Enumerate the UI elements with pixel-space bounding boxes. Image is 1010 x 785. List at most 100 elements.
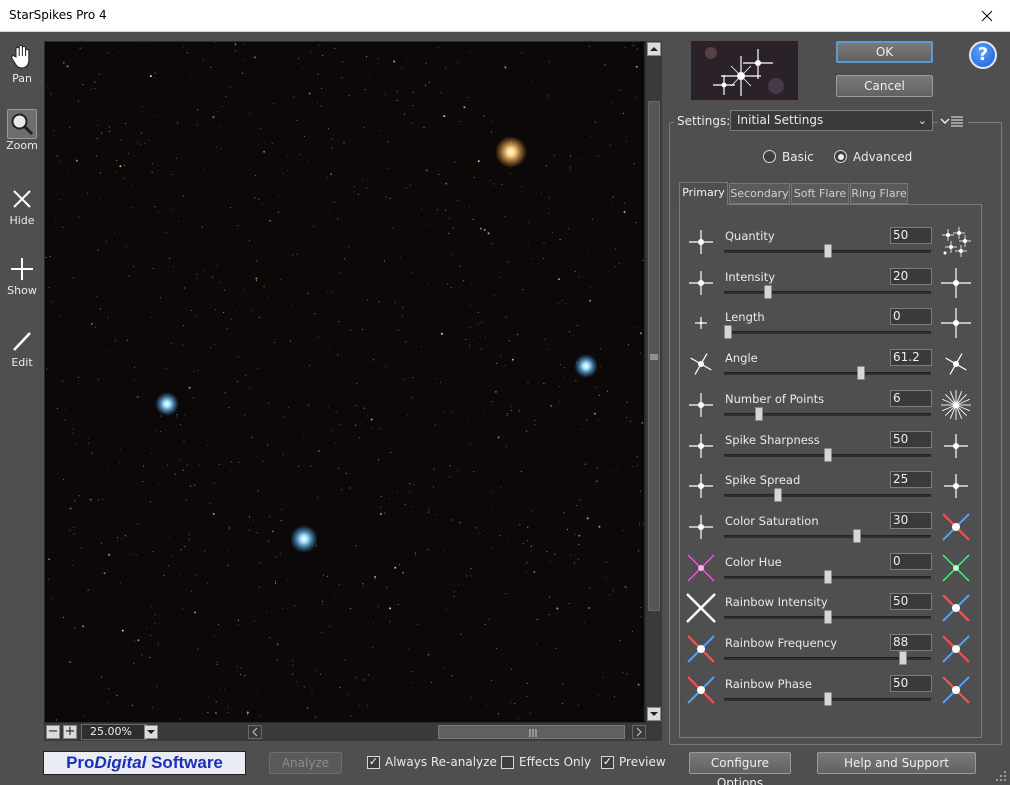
slider-row: Color Hue 0 <box>679 551 982 592</box>
star-dim-icon <box>684 266 718 300</box>
ok-button[interactable]: OK <box>836 41 933 63</box>
tab-primary[interactable]: Primary <box>679 182 728 205</box>
slider-value-input[interactable]: 6 <box>890 389 932 407</box>
slider-row: Spike Sharpness 50 <box>679 429 982 470</box>
scroll-thumb[interactable] <box>648 101 660 611</box>
bright-star <box>495 136 527 168</box>
slider-label: Number of Points <box>725 391 825 406</box>
slider-track[interactable] <box>724 290 931 294</box>
tool-label: Show <box>7 284 37 297</box>
star-magenta-icon <box>684 551 718 585</box>
slider-thumb[interactable] <box>763 284 772 299</box>
slider-thumb[interactable] <box>823 569 832 584</box>
always-reanalyze-checkbox[interactable]: ✓ <box>367 756 380 769</box>
radio-basic[interactable] <box>763 150 776 163</box>
slider-value-input[interactable]: 20 <box>890 267 932 285</box>
slider-label: Color Saturation <box>725 513 819 528</box>
analyze-button[interactable]: Analyze <box>269 752 342 774</box>
radio-advanced-label: Advanced <box>853 150 913 164</box>
tool-show[interactable]: Show <box>0 254 44 297</box>
star-bright-icon <box>939 266 973 300</box>
slider-thumb[interactable] <box>823 447 832 462</box>
slider-thumb[interactable] <box>823 691 832 706</box>
slider-value-input[interactable]: 30 <box>890 511 932 529</box>
slider-label: Quantity <box>725 229 775 243</box>
slider-row: Angle 61.2 <box>679 347 982 388</box>
slider-value-input[interactable]: 0 <box>890 552 932 570</box>
slider-track[interactable] <box>724 331 931 335</box>
tab-secondary[interactable]: Secondary <box>729 183 790 204</box>
star-4pt-icon <box>684 388 718 422</box>
slider-value-input[interactable]: 50 <box>890 430 932 448</box>
help-and-support-button[interactable]: Help and Support <box>817 752 976 774</box>
image-canvas[interactable] <box>44 41 645 723</box>
settings-label: Settings: <box>674 114 734 128</box>
cancel-button[interactable]: Cancel <box>836 75 933 97</box>
resize-grip-icon[interactable] <box>994 769 1008 783</box>
slider-label: Spike Sharpness <box>725 432 820 447</box>
slider-track[interactable] <box>724 494 931 498</box>
star-small-icon <box>684 225 718 259</box>
slider-thumb[interactable] <box>754 406 763 421</box>
star-many-points-icon <box>939 388 973 422</box>
x-cross-icon <box>13 190 31 208</box>
tool-zoom[interactable]: Zoom <box>0 109 44 152</box>
slider-value-input[interactable]: 50 <box>890 674 932 692</box>
effects-only-checkbox[interactable] <box>501 756 514 769</box>
slider-value-input[interactable]: 50 <box>890 227 932 244</box>
slider-row: Spike Spread 25 <box>679 469 982 510</box>
slider-row: Color Saturation 30 <box>679 510 982 551</box>
horizontal-scrollbar[interactable] <box>248 725 646 739</box>
slider-label: Rainbow Frequency <box>725 636 838 650</box>
settings-select[interactable]: Initial Settings ⌄ <box>730 110 933 131</box>
slider-row: Intensity 20 <box>679 266 982 307</box>
scroll-right-button[interactable] <box>632 725 646 739</box>
slider-thumb[interactable] <box>899 651 908 665</box>
slider-thumb[interactable] <box>856 366 865 381</box>
scroll-up-button[interactable] <box>647 42 661 56</box>
zoom-level[interactable]: 25.00% <box>81 724 147 740</box>
tab-soft-flare[interactable]: Soft Flare <box>791 183 849 204</box>
help-icon[interactable]: ? <box>969 41 997 69</box>
scroll-down-button[interactable] <box>647 707 661 721</box>
slider-track[interactable] <box>724 534 931 538</box>
star-white-x-icon <box>684 591 718 625</box>
hand-icon <box>11 44 30 69</box>
star-cluster-icon <box>939 225 973 259</box>
slider-row: Quantity 50 <box>679 225 982 266</box>
tool-hide[interactable]: Hide <box>0 184 44 227</box>
configure-options-button[interactable]: Configure Options <box>689 752 791 785</box>
settings-menu-button[interactable] <box>938 112 968 130</box>
tool-label: Edit <box>11 356 33 369</box>
slider-label: Intensity <box>725 269 776 284</box>
scroll-left-button[interactable] <box>248 725 262 739</box>
slider-value-input[interactable]: 61.2 <box>890 349 932 367</box>
window-title: StarSpikes Pro 4 <box>9 8 107 22</box>
slider-label: Length <box>725 310 765 325</box>
zoom-out-button[interactable]: − <box>46 725 60 739</box>
radio-advanced[interactable] <box>834 150 847 163</box>
tool-pan[interactable]: Pan <box>0 42 44 85</box>
slider-thumb[interactable] <box>853 528 862 543</box>
slider-value-input[interactable]: 25 <box>890 471 932 489</box>
vertical-scrollbar[interactable] <box>645 41 662 723</box>
close-icon[interactable] <box>964 0 1010 32</box>
slider-thumb[interactable] <box>724 325 732 340</box>
slider-track[interactable] <box>724 372 931 376</box>
tool-label: Zoom <box>6 139 38 152</box>
zoom-in-button[interactable]: + <box>63 725 77 739</box>
slider-thumb[interactable] <box>823 610 832 625</box>
slider-value-input[interactable]: 88 <box>890 634 932 651</box>
tab-ring-flare[interactable]: Ring Flare <box>850 183 908 204</box>
scroll-thumb[interactable] <box>438 725 625 739</box>
slider-thumb[interactable] <box>773 488 782 503</box>
preview-checkbox[interactable]: ✓ <box>601 756 614 769</box>
grip-icon <box>529 729 537 737</box>
slider-value-input[interactable]: 50 <box>890 593 932 611</box>
tool-edit[interactable]: Edit <box>0 326 44 369</box>
zoom-dropdown-button[interactable] <box>144 725 158 739</box>
bright-star <box>290 525 318 553</box>
slider-value-input[interactable]: 0 <box>890 308 932 326</box>
slider-thumb[interactable] <box>823 244 832 258</box>
always-reanalyze-label: Always Re-analyze <box>385 755 497 769</box>
